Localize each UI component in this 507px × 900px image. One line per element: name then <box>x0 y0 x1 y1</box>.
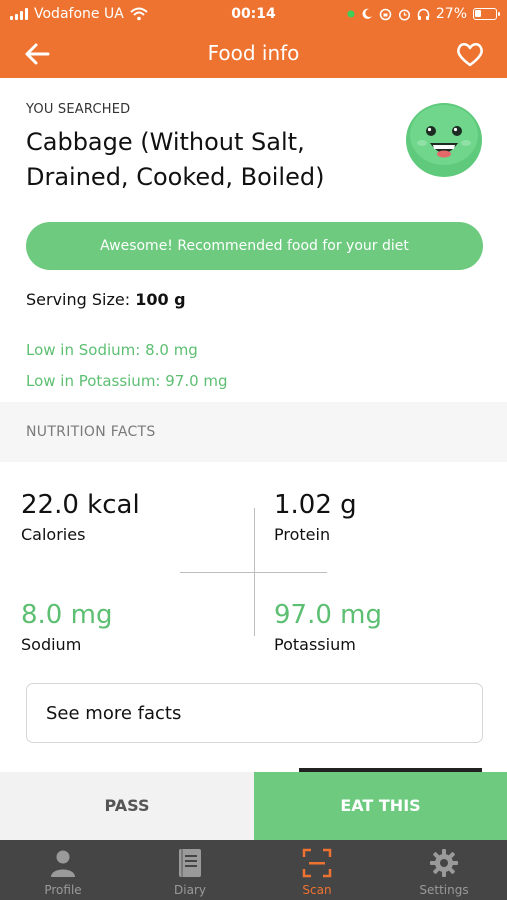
tab-scan[interactable]: Scan <box>254 840 380 900</box>
tab-profile[interactable]: Profile <box>0 840 126 900</box>
protein-label: Protein <box>274 525 331 544</box>
tab-diary-label: Diary <box>174 883 206 897</box>
tab-settings-label: Settings <box>419 883 469 897</box>
page-title: Food info <box>207 41 300 65</box>
tab-diary[interactable]: Diary <box>127 840 253 900</box>
status-right: 27% <box>347 6 500 22</box>
tab-profile-label: Profile <box>44 883 82 897</box>
tab-settings[interactable]: Settings <box>381 840 507 900</box>
eat-this-button[interactable]: EAT THIS <box>254 772 507 840</box>
happy-face-mascot-icon <box>404 101 484 179</box>
green-dot-icon <box>347 10 355 18</box>
pass-button[interactable]: PASS <box>0 772 254 840</box>
low-sodium-badge: Low in Sodium: 8.0 mg <box>26 341 198 359</box>
alarm-icon <box>398 8 410 21</box>
sodium-label: Sodium <box>21 635 82 654</box>
potassium-value: 97.0 mg <box>274 600 382 630</box>
potassium-label: Potassium <box>274 635 356 654</box>
tab-bar: Profile Diary Scan Settings <box>0 840 507 900</box>
headphones-icon <box>417 8 430 20</box>
searched-label: YOU SEARCHED <box>26 102 131 117</box>
moon-icon <box>362 8 372 19</box>
serving-label: Serving Size: <box>26 290 131 309</box>
favorite-button[interactable] <box>455 40 485 68</box>
calories-value: 22.0 kcal <box>21 490 140 520</box>
app-bar: Food info <box>0 30 507 78</box>
nutrition-section-header: NUTRITION FACTS <box>0 402 507 462</box>
recommendation-banner: Awesome! Recommended food for your diet <box>26 222 483 270</box>
battery-percent: 27% <box>435 6 467 22</box>
status-bar: Vodafone UA 00:14 27% <box>0 0 507 30</box>
nutrition-section-title: NUTRITION FACTS <box>26 424 156 440</box>
food-title: Cabbage (Without Salt, Drained, Cooked, … <box>26 128 325 191</box>
serving-value: 100 g <box>135 290 186 309</box>
low-potassium-badge: Low in Potassium: 97.0 mg <box>26 372 228 390</box>
rotation-lock-icon <box>379 8 392 20</box>
sodium-value: 8.0 mg <box>21 600 113 630</box>
battery-icon <box>473 8 500 20</box>
protein-value: 1.02 g <box>274 490 357 520</box>
notebook-icon <box>179 849 201 877</box>
serving-size: Serving Size: 100 g <box>26 290 186 309</box>
tab-scan-label: Scan <box>302 883 332 897</box>
gear-icon <box>430 849 458 877</box>
action-bar: PASS EAT THIS <box>0 772 507 840</box>
person-icon <box>51 850 75 877</box>
see-more-facts-label: See more facts <box>46 703 182 724</box>
see-more-facts-button[interactable]: See more facts <box>26 683 483 743</box>
calories-label: Calories <box>21 525 86 544</box>
scan-frame-icon <box>302 848 332 878</box>
heart-outline-icon <box>457 43 483 67</box>
grid-divider-horizontal <box>180 572 327 573</box>
